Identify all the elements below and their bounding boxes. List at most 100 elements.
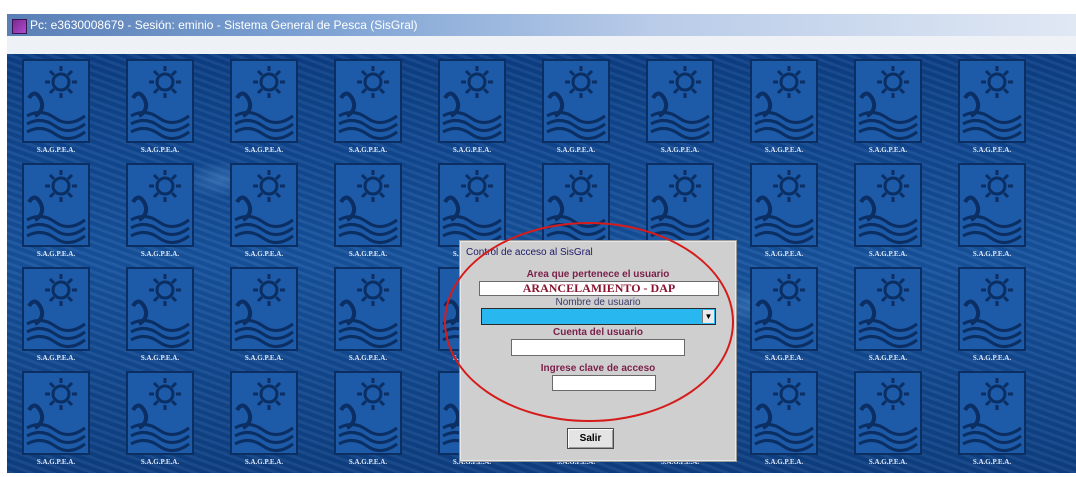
wallpaper-logo-tile: S.A.G.P.E.A.: [957, 266, 1027, 366]
wallpaper-tile-label: S.A.G.P.E.A.: [556, 146, 596, 154]
wallpaper-logo-tile: S.A.G.P.E.A.: [125, 370, 195, 470]
app-icon[interactable]: [12, 19, 27, 34]
wallpaper-tile-label: S.A.G.P.E.A.: [140, 458, 180, 466]
wallpaper-tile-label: S.A.G.P.E.A.: [972, 250, 1012, 258]
wallpaper-logo-tile: S.A.G.P.E.A.: [853, 58, 923, 158]
wallpaper-logo-tile: S.A.G.P.E.A.: [125, 58, 195, 158]
sun-waves-logo-icon: [958, 371, 1026, 455]
wallpaper-logo-tile: S.A.G.P.E.A.: [21, 370, 91, 470]
sun-waves-logo-icon: [126, 371, 194, 455]
password-label: Ingrese clave de acceso: [540, 363, 656, 374]
sun-waves-logo-icon: [542, 59, 610, 143]
password-field[interactable]: [552, 375, 656, 391]
sun-waves-logo-icon: [854, 371, 922, 455]
wallpaper-tile-label: S.A.G.P.E.A.: [140, 250, 180, 258]
wallpaper-tile-label: S.A.G.P.E.A.: [972, 458, 1012, 466]
sun-waves-logo-icon: [334, 163, 402, 247]
wallpaper-tile-label: S.A.G.P.E.A.: [348, 354, 388, 362]
wallpaper-logo-tile: S.A.G.P.E.A.: [853, 370, 923, 470]
wallpaper-tile-label: S.A.G.P.E.A.: [868, 250, 908, 258]
wallpaper-tile-label: S.A.G.P.E.A.: [36, 250, 76, 258]
sun-waves-logo-icon: [334, 59, 402, 143]
account-label: Cuenta del usuario: [552, 327, 643, 338]
sun-waves-logo-icon: [126, 267, 194, 351]
wallpaper-logo-tile: S.A.G.P.E.A.: [853, 162, 923, 262]
wallpaper-tile-label: S.A.G.P.E.A.: [764, 250, 804, 258]
wallpaper-tile-label: S.A.G.P.E.A.: [972, 354, 1012, 362]
window-bottom-border: [0, 473, 1076, 477]
username-select[interactable]: ▼: [481, 308, 716, 325]
wallpaper-logo-tile: S.A.G.P.E.A.: [229, 162, 299, 262]
sun-waves-logo-icon: [958, 59, 1026, 143]
wallpaper-tile-label: S.A.G.P.E.A.: [36, 146, 76, 154]
sun-waves-logo-icon: [230, 371, 298, 455]
wallpaper-logo-tile: S.A.G.P.E.A.: [957, 370, 1027, 470]
wallpaper-logo-tile: S.A.G.P.E.A.: [333, 58, 403, 158]
sun-waves-logo-icon: [438, 163, 506, 247]
wallpaper-tile-label: S.A.G.P.E.A.: [660, 146, 700, 154]
wallpaper-logo-tile: S.A.G.P.E.A.: [749, 162, 819, 262]
sun-waves-logo-icon: [230, 59, 298, 143]
wallpaper-tile-label: S.A.G.P.E.A.: [764, 458, 804, 466]
wallpaper-tile-label: S.A.G.P.E.A.: [36, 458, 76, 466]
wallpaper-tile-label: S.A.G.P.E.A.: [244, 354, 284, 362]
sun-waves-logo-icon: [542, 163, 610, 247]
sun-waves-logo-icon: [22, 371, 90, 455]
sun-waves-logo-icon: [126, 59, 194, 143]
sun-waves-logo-icon: [750, 267, 818, 351]
wallpaper-logo-tile: S.A.G.P.E.A.: [749, 266, 819, 366]
chevron-down-icon[interactable]: ▼: [702, 310, 714, 323]
sun-waves-logo-icon: [22, 59, 90, 143]
wallpaper-logo-tile: S.A.G.P.E.A.: [957, 58, 1027, 158]
area-label: Area que pertenece el usuario: [526, 269, 670, 280]
account-field[interactable]: [511, 339, 685, 356]
wallpaper-tile-label: S.A.G.P.E.A.: [452, 146, 492, 154]
sun-waves-logo-icon: [334, 371, 402, 455]
wallpaper-logo-tile: S.A.G.P.E.A.: [229, 58, 299, 158]
wallpaper-logo-tile: S.A.G.P.E.A.: [333, 162, 403, 262]
wallpaper-tile-label: S.A.G.P.E.A.: [972, 146, 1012, 154]
wallpaper-tile-label: S.A.G.P.E.A.: [348, 146, 388, 154]
wallpaper-tile-label: S.A.G.P.E.A.: [764, 354, 804, 362]
wallpaper-logo-tile: S.A.G.P.E.A.: [749, 58, 819, 158]
wallpaper-logo-tile: S.A.G.P.E.A.: [333, 266, 403, 366]
wallpaper-logo-tile: S.A.G.P.E.A.: [541, 58, 611, 158]
wallpaper-tile-label: S.A.G.P.E.A.: [244, 146, 284, 154]
wallpaper-logo-tile: S.A.G.P.E.A.: [437, 58, 507, 158]
wallpaper-logo-tile: S.A.G.P.E.A.: [125, 266, 195, 366]
wallpaper-tile-label: S.A.G.P.E.A.: [348, 250, 388, 258]
sun-waves-logo-icon: [854, 163, 922, 247]
sun-waves-logo-icon: [854, 267, 922, 351]
wallpaper-tile-label: S.A.G.P.E.A.: [868, 354, 908, 362]
wallpaper-tile-label: S.A.G.P.E.A.: [140, 146, 180, 154]
sun-waves-logo-icon: [334, 267, 402, 351]
wallpaper-tile-label: S.A.G.P.E.A.: [36, 354, 76, 362]
sun-waves-logo-icon: [230, 163, 298, 247]
menu-bar: [7, 36, 1076, 55]
area-value: ARANCELAMIENTO - DAP: [522, 281, 676, 295]
wallpaper-tile-label: S.A.G.P.E.A.: [244, 458, 284, 466]
sun-waves-logo-icon: [958, 163, 1026, 247]
wallpaper-logo-tile: S.A.G.P.E.A.: [21, 58, 91, 158]
sun-waves-logo-icon: [958, 267, 1026, 351]
wallpaper-logo-tile: S.A.G.P.E.A.: [333, 370, 403, 470]
wallpaper-tile-label: S.A.G.P.E.A.: [348, 458, 388, 466]
wallpaper-tile-label: S.A.G.P.E.A.: [868, 146, 908, 154]
wallpaper-logo-tile: S.A.G.P.E.A.: [853, 266, 923, 366]
wallpaper-logo-tile: S.A.G.P.E.A.: [229, 370, 299, 470]
sun-waves-logo-icon: [750, 371, 818, 455]
wallpaper-tile-label: S.A.G.P.E.A.: [244, 250, 284, 258]
wallpaper-logo-tile: S.A.G.P.E.A.: [957, 162, 1027, 262]
wallpaper-logo-tile: S.A.G.P.E.A.: [645, 58, 715, 158]
wallpaper-logo-tile: S.A.G.P.E.A.: [749, 370, 819, 470]
sun-waves-logo-icon: [854, 59, 922, 143]
wallpaper-tile-label: S.A.G.P.E.A.: [868, 458, 908, 466]
username-label: Nombre de usuario: [555, 297, 641, 308]
login-dialog: Control de acceso al SisGral Area que pe…: [459, 240, 737, 462]
sun-waves-logo-icon: [646, 163, 714, 247]
sun-waves-logo-icon: [750, 59, 818, 143]
sun-waves-logo-icon: [750, 163, 818, 247]
exit-button[interactable]: Salir: [567, 428, 614, 449]
wallpaper-logo-tile: S.A.G.P.E.A.: [21, 162, 91, 262]
sun-waves-logo-icon: [22, 163, 90, 247]
